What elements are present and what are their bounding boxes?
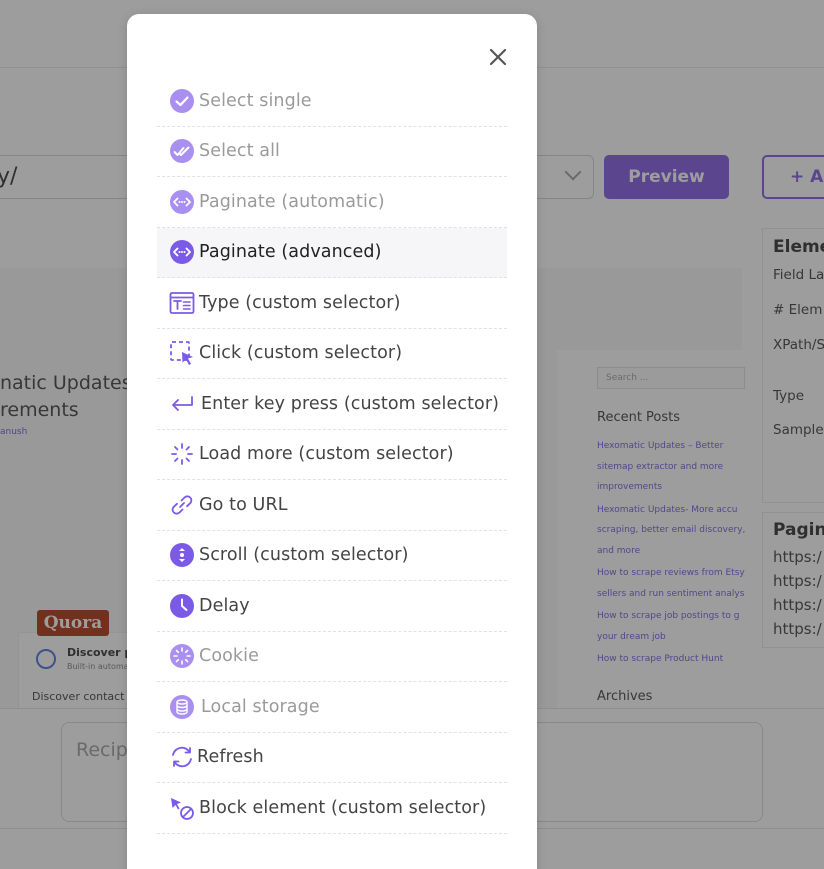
clock-icon <box>169 593 195 619</box>
action-picker-modal: Select single Select all Paginate (autom… <box>127 14 537 869</box>
double-check-circle-icon <box>169 138 195 164</box>
click-icon <box>169 340 195 366</box>
load-more-icon <box>169 441 195 467</box>
menu-item-go-to-url[interactable]: Go to URL <box>157 480 507 531</box>
menu-item-paginate-automatic[interactable]: Paginate (automatic) <box>157 177 507 228</box>
paginate-icon <box>169 189 195 215</box>
menu-item-click[interactable]: Click (custom selector) <box>157 329 507 379</box>
menu-item-label: Type (custom selector) <box>199 292 401 313</box>
menu-item-label: Click (custom selector) <box>199 343 403 364</box>
menu-item-select-single[interactable]: Select single <box>157 76 507 127</box>
menu-item-label: Delay <box>199 595 250 616</box>
menu-item-refresh[interactable]: Refresh <box>157 733 507 783</box>
type-icon <box>169 290 195 316</box>
menu-item-enter-key-press[interactable]: Enter key press (custom selector) <box>157 379 507 430</box>
menu-item-label: Local storage <box>201 696 320 717</box>
menu-item-delay[interactable]: Delay <box>157 581 507 632</box>
menu-item-scroll[interactable]: Scroll (custom selector) <box>157 531 507 581</box>
menu-item-paginate-advanced[interactable]: Paginate (advanced) <box>157 227 507 278</box>
menu-item-block-element[interactable]: Block element (custom selector) <box>157 783 507 834</box>
database-icon <box>169 694 195 720</box>
menu-item-label: Load more (custom selector) <box>199 444 454 465</box>
menu-item-label: Block element (custom selector) <box>199 797 487 818</box>
action-menu: Select single Select all Paginate (autom… <box>157 76 507 834</box>
link-icon <box>169 492 195 518</box>
menu-item-label: Paginate (advanced) <box>199 242 382 263</box>
refresh-icon <box>169 744 195 770</box>
menu-item-label: Go to URL <box>199 494 288 515</box>
check-circle-icon <box>169 88 195 114</box>
paginate-icon <box>169 239 195 265</box>
menu-item-label: Paginate (automatic) <box>199 191 385 212</box>
close-icon[interactable] <box>487 46 509 68</box>
menu-item-label: Select single <box>199 90 312 111</box>
menu-item-cookie[interactable]: Cookie <box>157 632 507 682</box>
menu-item-label: Select all <box>199 141 280 162</box>
menu-item-local-storage[interactable]: Local storage <box>157 682 507 733</box>
enter-key-icon <box>169 391 195 417</box>
scroll-icon <box>169 542 195 568</box>
menu-item-label: Enter key press (custom selector) <box>201 393 500 414</box>
menu-item-label: Cookie <box>199 646 259 667</box>
cookie-icon <box>169 643 195 669</box>
menu-item-label: Refresh <box>197 747 264 768</box>
block-element-icon <box>169 795 195 821</box>
menu-item-select-all[interactable]: Select all <box>157 127 507 177</box>
menu-item-label: Scroll (custom selector) <box>199 545 409 566</box>
menu-item-load-more[interactable]: Load more (custom selector) <box>157 430 507 480</box>
menu-item-type[interactable]: Type (custom selector) <box>157 278 507 329</box>
